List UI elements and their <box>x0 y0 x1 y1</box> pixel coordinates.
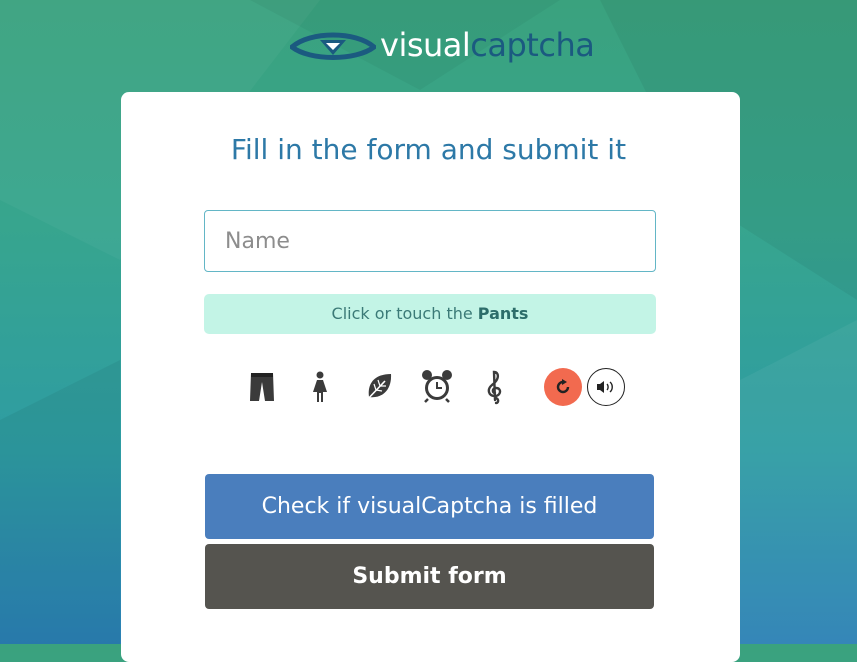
treble-clef-icon[interactable] <box>482 368 508 406</box>
refresh-button[interactable] <box>544 368 582 406</box>
captcha-instruction: Click or touch the Pants <box>204 294 656 334</box>
pants-icon[interactable] <box>247 370 277 404</box>
audio-button[interactable] <box>587 368 625 406</box>
captcha-instruction-text: Click or touch the <box>331 304 473 323</box>
audio-icon <box>597 381 613 393</box>
visualcaptcha-logo: visualcaptcha <box>290 25 595 65</box>
alarm-clock-icon[interactable] <box>420 368 454 404</box>
leaf-icon[interactable] <box>362 370 396 404</box>
woman-icon[interactable] <box>308 370 332 404</box>
captcha-target-label: Pants <box>477 304 529 323</box>
name-input[interactable] <box>204 210 656 272</box>
submit-form-button[interactable]: Submit form <box>205 544 654 609</box>
logo-wordmark: visualcaptcha <box>380 26 595 64</box>
eye-logo-icon <box>290 32 376 60</box>
check-captcha-button[interactable]: Check if visualCaptcha is filled <box>205 474 654 539</box>
form-title: Fill in the form and submit it <box>230 133 627 166</box>
refresh-icon <box>556 379 570 394</box>
